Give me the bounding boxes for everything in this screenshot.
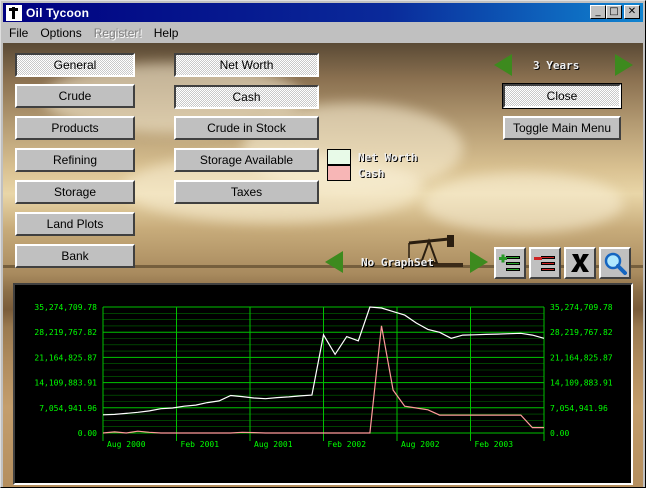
app-window: Oil Tycoon _ □ ✕ File Options Register! …	[0, 0, 646, 488]
remove-graph-icon	[534, 256, 555, 271]
y-tick-label-left: 35,274,709.78	[34, 303, 97, 312]
graphset-label: No GraphSet	[361, 256, 434, 269]
period-prev-arrow-icon[interactable]	[494, 54, 512, 76]
clear-graph-icon	[571, 254, 589, 272]
toggle-main-menu-button[interactable]: Toggle Main Menu	[503, 116, 621, 140]
legend-net-worth-swatch	[327, 149, 351, 165]
period-next-arrow-icon[interactable]	[615, 54, 633, 76]
menu-register[interactable]: Register!	[88, 26, 148, 40]
x-tick-label: Feb 2002	[328, 440, 367, 449]
menu-file[interactable]: File	[3, 26, 34, 40]
app-icon[interactable]	[6, 4, 22, 21]
graphset-next-arrow-icon[interactable]	[470, 251, 488, 273]
menu-options[interactable]: Options	[34, 26, 87, 40]
graph-panel: 35,274,709.78 35,274,709.78 28,219,767.82 2…	[13, 283, 633, 485]
remove-graph-button[interactable]	[529, 247, 561, 279]
zoom-icon	[604, 252, 627, 275]
x-tick-label: Aug 2001	[254, 440, 293, 449]
nav-crude-button[interactable]: Crude	[15, 84, 135, 108]
graph-crude-in-stock-button[interactable]: Crude in Stock	[174, 116, 319, 140]
y-tick-label-left: 14,109,883.91	[34, 379, 97, 388]
legend-net-worth-label: Net Worth	[358, 151, 418, 164]
y-tick-label-right: 28,219,767.82	[550, 328, 613, 337]
y-tick-label-right: 14,109,883.91	[550, 379, 613, 388]
add-graph-button[interactable]	[494, 247, 526, 279]
menu-help[interactable]: Help	[148, 26, 185, 40]
x-tick-label: Feb 2003	[475, 440, 514, 449]
close-window-button[interactable]: ✕	[624, 5, 640, 19]
nav-general-button[interactable]: General	[15, 53, 135, 77]
nav-products-button[interactable]: Products	[15, 116, 135, 140]
title-bar[interactable]: Oil Tycoon _ □ ✕	[3, 3, 643, 22]
nav-storage-button[interactable]: Storage	[15, 180, 135, 204]
maximize-button[interactable]: □	[606, 5, 622, 19]
window-title: Oil Tycoon	[26, 5, 90, 20]
oilfield-background: General Crude Products Refining Storage …	[3, 43, 643, 487]
nav-bank-button[interactable]: Bank	[15, 244, 135, 268]
zoom-button[interactable]	[599, 247, 631, 279]
y-tick-label-right: 35,274,709.78	[550, 303, 613, 312]
menu-bar: File Options Register! Help	[3, 23, 643, 42]
graph-storage-available-button[interactable]: Storage Available	[174, 148, 319, 172]
graph-taxes-button[interactable]: Taxes	[174, 180, 319, 204]
minimize-button[interactable]: _	[590, 5, 606, 19]
y-tick-label-right: 21,164,825.87	[550, 353, 613, 362]
y-tick-label-right: 0.00	[550, 429, 569, 438]
close-button[interactable]: Close	[502, 83, 622, 109]
clear-graph-button[interactable]	[564, 247, 596, 279]
y-tick-label-left: 28,219,767.82	[34, 328, 97, 337]
y-tick-label-right: 7,054,941.96	[550, 404, 608, 413]
x-tick-label: Aug 2002	[401, 440, 440, 449]
y-tick-label-left: 7,054,941.96	[39, 404, 97, 413]
nav-refining-button[interactable]: Refining	[15, 148, 135, 172]
nav-land-plots-button[interactable]: Land Plots	[15, 212, 135, 236]
line-chart: 35,274,709.78 35,274,709.78 28,219,767.82 2…	[34, 303, 613, 449]
legend-cash-label: Cash	[358, 167, 385, 180]
period-label: 3 Years	[533, 59, 580, 72]
graphset-prev-arrow-icon[interactable]	[325, 251, 343, 273]
y-tick-label-left: 0.00	[78, 429, 97, 438]
x-tick-label: Feb 2001	[181, 440, 220, 449]
legend-cash-swatch	[327, 165, 351, 181]
x-tick-label: Aug 2000	[107, 440, 146, 449]
graph-cash-button[interactable]: Cash	[174, 85, 319, 109]
y-tick-label-left: 21,164,825.87	[34, 353, 97, 362]
graph-net-worth-button[interactable]: Net Worth	[174, 53, 319, 77]
add-graph-icon	[499, 254, 520, 271]
